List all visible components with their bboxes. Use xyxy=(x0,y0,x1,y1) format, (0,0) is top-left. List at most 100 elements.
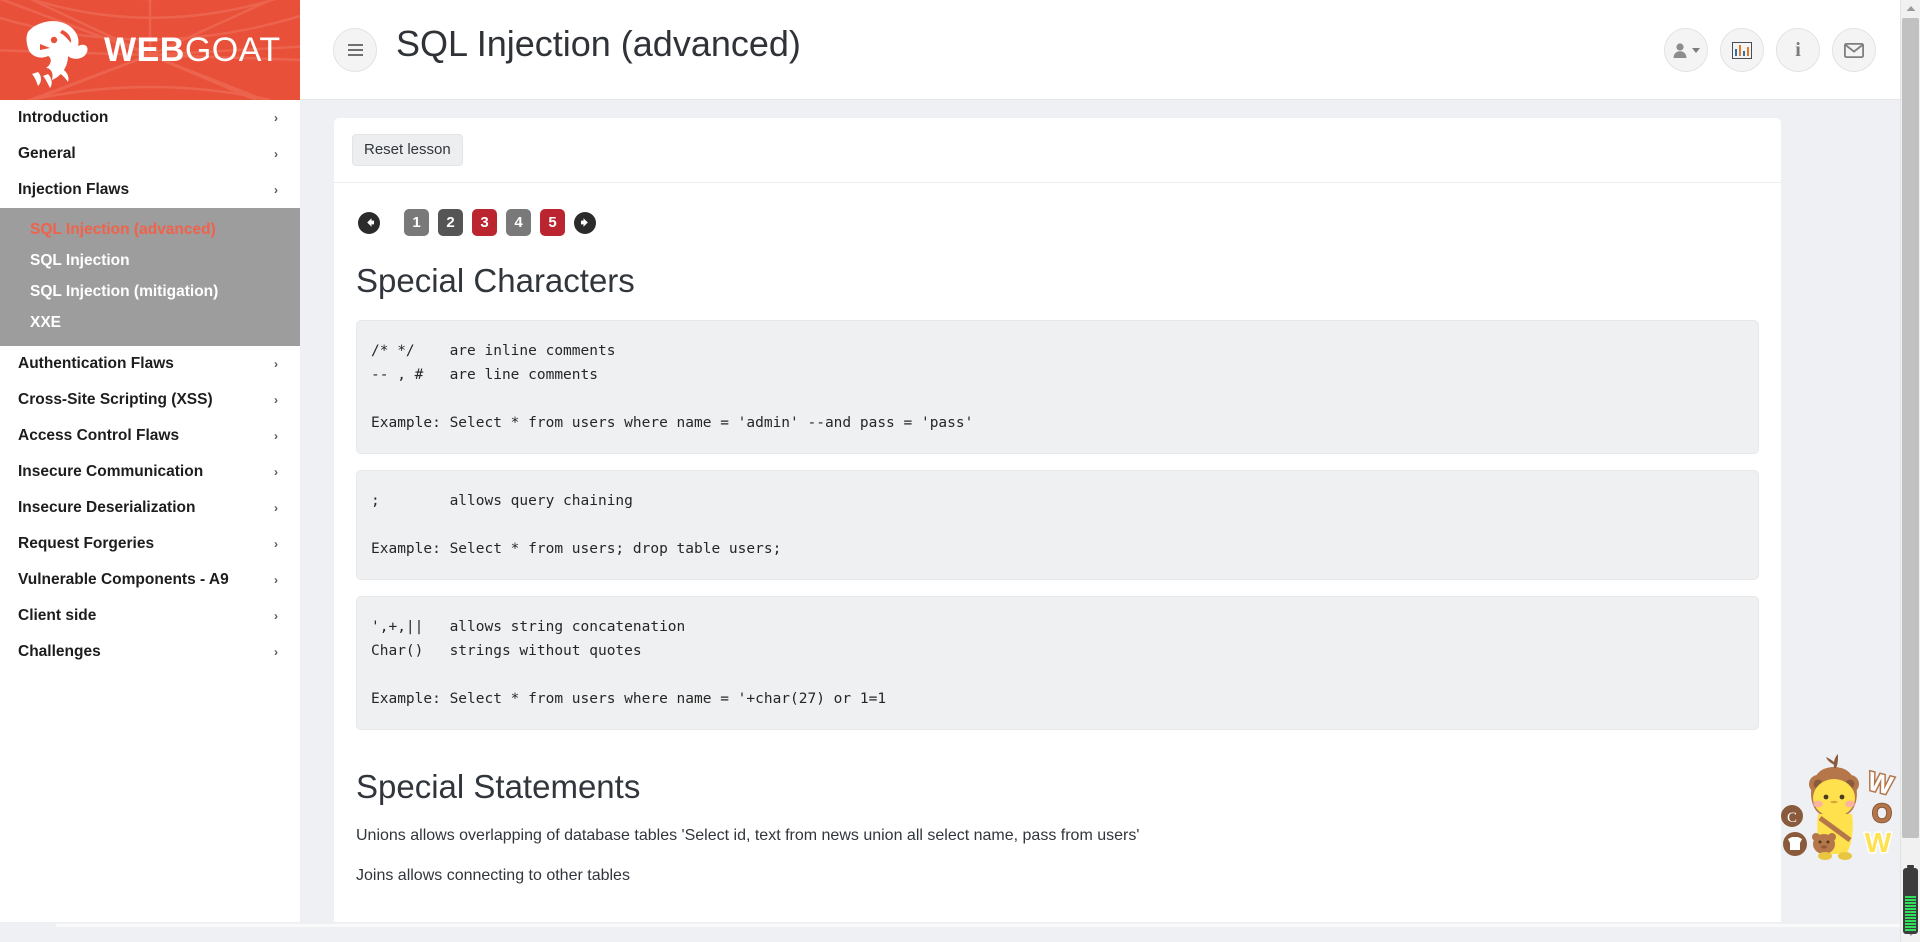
sidebar-subitem-label: SQL Injection xyxy=(30,252,130,269)
chevron-right-icon: › xyxy=(274,609,278,623)
user-icon xyxy=(1673,42,1687,58)
pagination-page-3[interactable]: 3 xyxy=(472,209,497,236)
pagination-page-5[interactable]: 5 xyxy=(540,209,565,236)
arrow-right-icon xyxy=(580,218,588,227)
chevron-right-icon: › xyxy=(274,573,278,587)
sidebar-item-label: Request Forgeries xyxy=(18,535,155,552)
sidebar-item-access-control-flaws[interactable]: Access Control Flaws › xyxy=(0,418,300,454)
window-bottom-strip xyxy=(0,922,1920,942)
section-heading-special-characters: Special Characters xyxy=(356,262,635,299)
sidebar-item-label: Access Control Flaws xyxy=(18,427,180,444)
sidebar-item-vulnerable-components[interactable]: Vulnerable Components - A9 › xyxy=(0,562,300,598)
paragraph-joins: Joins allows connecting to other tables xyxy=(356,867,630,884)
lesson-body: 1 2 3 4 5 Special Characters /* */ are i… xyxy=(334,183,1781,886)
hamburger-icon xyxy=(347,44,363,56)
code-block-string-concatenation: ',+,|| allows string concatenation Char(… xyxy=(356,596,1759,730)
page-scrollbar[interactable] xyxy=(1900,0,1920,942)
arrow-left-icon xyxy=(366,218,374,227)
code-block-query-chaining: ; allows query chaining Example: Select … xyxy=(356,470,1759,580)
sidebar-item-label: Cross-Site Scripting (XSS) xyxy=(18,391,213,408)
pagination-page-2[interactable]: 2 xyxy=(438,209,463,236)
brand-wordmark: WEBGOAT xyxy=(104,31,281,70)
sidebar: WEBGOAT Introduction › General › Injecti… xyxy=(0,0,300,942)
sidebar-subitem-label: SQL Injection (advanced) xyxy=(30,221,216,238)
messages-button[interactable] xyxy=(1832,28,1876,72)
sidebar-item-sql-injection[interactable]: SQL Injection xyxy=(0,245,300,276)
scroll-up-arrow-icon xyxy=(1906,6,1915,11)
chevron-right-icon: › xyxy=(274,393,278,407)
sidebar-nav-lower: Authentication Flaws › Cross-Site Script… xyxy=(0,346,300,670)
sidebar-item-label: General xyxy=(18,145,76,162)
sidebar-item-authentication-flaws[interactable]: Authentication Flaws › xyxy=(0,346,300,382)
sidebar-item-cross-site-scripting[interactable]: Cross-Site Scripting (XSS) › xyxy=(0,382,300,418)
chevron-right-icon: › xyxy=(274,501,278,515)
sidebar-item-label: Vulnerable Components - A9 xyxy=(18,571,229,588)
lesson-card: Reset lesson 1 2 3 4 5 Special Character… xyxy=(334,118,1781,928)
brand-web-text: WEB xyxy=(104,30,185,69)
bear-mascot-sticker: C W O W xyxy=(1781,754,1898,860)
section-heading-special-statements: Special Statements xyxy=(356,768,641,805)
chevron-right-icon: › xyxy=(274,429,278,443)
mascot-text-w1: W xyxy=(1865,766,1897,801)
main-content: Reset lesson 1 2 3 4 5 Special Character… xyxy=(300,100,1920,942)
envelope-icon xyxy=(1844,42,1864,58)
sidebar-item-label: Client side xyxy=(18,607,97,624)
goat-head-icon xyxy=(26,21,88,88)
sidebar-item-xxe[interactable]: XXE xyxy=(0,307,300,338)
sidebar-submenu-injection-flaws: SQL Injection (advanced) SQL Injection S… xyxy=(0,208,300,346)
sidebar-item-introduction[interactable]: Introduction › xyxy=(0,100,300,136)
sidebar-nav: Introduction › General › Injection Flaws… xyxy=(0,100,300,208)
pagination-page-4[interactable]: 4 xyxy=(506,209,531,236)
sidebar-item-insecure-communication[interactable]: Insecure Communication › xyxy=(0,454,300,490)
pagination-next-button[interactable] xyxy=(574,211,596,234)
sidebar-item-label: Insecure Deserialization xyxy=(18,499,196,516)
chevron-right-icon: › xyxy=(274,645,278,659)
bar-chart-icon xyxy=(1732,41,1752,59)
brand-header[interactable]: WEBGOAT xyxy=(0,0,300,100)
sidebar-subitem-label: SQL Injection (mitigation) xyxy=(30,283,219,300)
chevron-right-icon: › xyxy=(274,357,278,371)
battery-icon xyxy=(1903,868,1918,934)
brand-goat-text: GOAT xyxy=(184,30,281,69)
chevron-right-icon: › xyxy=(274,147,278,161)
sidebar-item-sql-injection-advanced[interactable]: SQL Injection (advanced) xyxy=(0,214,300,245)
about-button[interactable]: i xyxy=(1776,28,1820,72)
sidebar-item-request-forgeries[interactable]: Request Forgeries › xyxy=(0,526,300,562)
app-window: WEBGOAT Introduction › General › Injecti… xyxy=(0,0,1920,942)
scroll-up-button[interactable] xyxy=(1901,0,1920,17)
user-menu-button[interactable] xyxy=(1664,28,1708,72)
lesson-pagination: 1 2 3 4 5 xyxy=(358,209,1759,236)
page-header: SQL Injection (advanced) i xyxy=(300,0,1920,100)
info-icon: i xyxy=(1795,38,1801,61)
paragraph-unions: Unions allows overlapping of database ta… xyxy=(356,827,1140,844)
chevron-right-icon: › xyxy=(274,537,278,551)
reset-lesson-button[interactable]: Reset lesson xyxy=(352,134,463,166)
sidebar-item-injection-flaws[interactable]: Injection Flaws › xyxy=(0,172,300,208)
lesson-toolbar: Reset lesson xyxy=(334,118,1781,183)
menu-toggle-button[interactable] xyxy=(333,28,377,72)
page-title: SQL Injection (advanced) xyxy=(396,23,801,64)
svg-text:C: C xyxy=(1787,810,1797,826)
sidebar-item-label: Challenges xyxy=(18,643,101,660)
sidebar-item-label: Authentication Flaws xyxy=(18,355,174,372)
pagination-page-1[interactable]: 1 xyxy=(404,209,429,236)
scrollbar-thumb[interactable] xyxy=(1902,18,1919,838)
mascot-text-w2: W xyxy=(1865,827,1892,858)
chevron-right-icon: › xyxy=(274,465,278,479)
sidebar-item-general[interactable]: General › xyxy=(0,136,300,172)
sidebar-item-label: Insecure Communication xyxy=(18,463,204,480)
scoreboard-button[interactable] xyxy=(1720,28,1764,72)
sidebar-item-challenges[interactable]: Challenges › xyxy=(0,634,300,670)
sidebar-item-insecure-deserialization[interactable]: Insecure Deserialization › xyxy=(0,490,300,526)
code-block-comments: /* */ are inline comments -- , # are lin… xyxy=(356,320,1759,454)
sidebar-subitem-label: XXE xyxy=(30,314,62,331)
mascot-text-o: O xyxy=(1872,798,1892,828)
sidebar-item-label: Introduction xyxy=(18,109,109,126)
bottom-highlight-line xyxy=(56,924,1900,927)
chevron-down-icon xyxy=(1692,47,1700,53)
chevron-right-icon: › xyxy=(274,111,278,125)
header-tools: i xyxy=(1664,28,1876,72)
sidebar-item-sql-injection-mitigation[interactable]: SQL Injection (mitigation) xyxy=(0,276,300,307)
pagination-prev-button[interactable] xyxy=(358,211,380,234)
sidebar-item-client-side[interactable]: Client side › xyxy=(0,598,300,634)
